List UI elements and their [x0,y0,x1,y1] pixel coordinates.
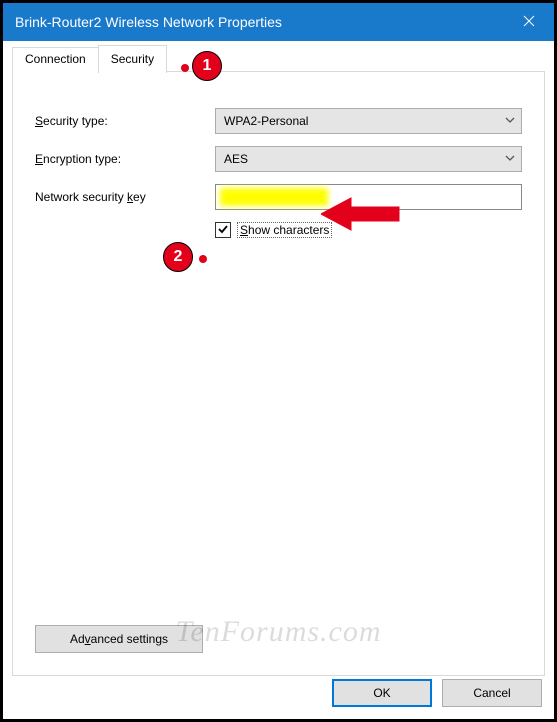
encryption-type-row: Encryption type: AES [35,146,522,172]
show-characters-checkbox[interactable] [215,222,231,238]
security-type-row: Security type: WPA2-Personal [35,108,522,134]
annotation-callout-2: 2 [163,242,193,272]
annotation-dot-2 [199,255,207,263]
annotation-callout-1: 1 [192,51,222,81]
cancel-button-label: Cancel [473,686,510,700]
encryption-type-select[interactable]: AES [215,146,522,172]
cancel-button[interactable]: Cancel [442,679,542,707]
tab-security-label: Security [111,52,154,66]
annotation-arrow [321,195,401,236]
ok-button-label: OK [373,686,390,700]
tab-connection[interactable]: Connection [12,47,99,73]
annotation-dot-1 [181,64,189,72]
show-characters-label: Show characters [237,222,332,238]
chevron-down-icon [505,152,515,166]
security-type-label: Security type: [35,114,215,128]
tab-connection-label: Connection [25,52,86,66]
ok-button[interactable]: OK [332,679,432,707]
tab-security[interactable]: Security [98,45,167,73]
close-icon [523,15,535,30]
network-key-row: Network security key [35,184,522,210]
checkmark-icon [217,223,229,238]
dialog-button-row: OK Cancel [332,679,542,707]
chevron-down-icon [505,114,515,128]
encryption-type-value: AES [224,152,248,166]
security-type-value: WPA2-Personal [224,114,308,128]
advanced-settings-button[interactable]: Advanced settings [35,625,203,653]
tab-row: Connection Security [3,41,554,72]
security-type-select[interactable]: WPA2-Personal [215,108,522,134]
advanced-settings-label: Advanced settings [70,632,168,646]
encryption-type-label: Encryption type: [35,152,215,166]
network-key-label: Network security key [35,190,215,204]
window-title: Brink-Router2 Wireless Network Propertie… [15,14,282,30]
security-panel: Security type: WPA2-Personal Encryption … [12,71,545,676]
network-key-value-redacted [220,188,328,206]
close-button[interactable] [504,3,554,41]
title-bar: Brink-Router2 Wireless Network Propertie… [3,3,554,41]
